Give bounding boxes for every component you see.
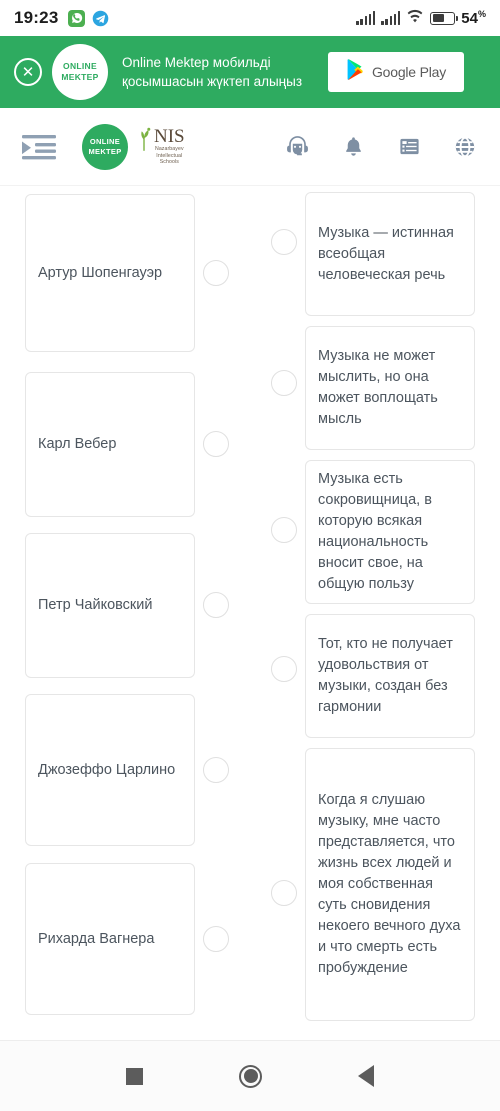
navbar-actions <box>284 134 478 160</box>
promo-logo-line1: ONLINE <box>63 61 97 71</box>
left-connector-dot[interactable] <box>203 592 229 618</box>
left-connector-dot[interactable] <box>203 431 229 457</box>
left-card-text: Петр Чайковский <box>38 597 153 613</box>
right-card[interactable]: Музыка не может мыслить, но она может во… <box>305 326 475 450</box>
right-card[interactable]: Музыка есть сокровищница, в которую всяк… <box>305 460 475 604</box>
google-play-button[interactable]: Google Play <box>328 52 464 92</box>
online-mektep-logo: ONLINE MEKTEP <box>52 44 108 100</box>
nis-title: NIS <box>154 126 185 148</box>
android-navigation-bar <box>0 1040 500 1111</box>
right-connector-dot[interactable] <box>271 229 297 255</box>
right-card-text: Музыка есть сокровищница, в которую всяк… <box>318 471 432 592</box>
nis-sub-line3: Schools <box>159 159 179 166</box>
triangle-back-icon[interactable] <box>358 1065 374 1087</box>
app-navbar: ONLINE MEKTEP NIS Nazarbayev Intellectua… <box>0 108 500 186</box>
battery-percent-value: 54 <box>461 10 478 27</box>
right-card[interactable]: Музыка — истинная всеобщая человеческая … <box>305 192 475 316</box>
nav-logo-line1: ONLINE <box>89 136 121 146</box>
indent-menu-icon[interactable] <box>22 134 56 160</box>
right-connector-dot[interactable] <box>271 517 297 543</box>
battery-percent-symbol: % <box>477 9 486 19</box>
phone-screen: 19:23 54% ✕ ONLINE MEKTEP Online Mektep <box>0 0 500 1111</box>
right-card[interactable]: Когда я слушаю музыку, мне часто предста… <box>305 748 475 1021</box>
left-card[interactable]: Карл Вебер <box>25 372 195 517</box>
google-play-icon <box>346 59 365 85</box>
online-mektep-nav-logo[interactable]: ONLINE MEKTEP <box>82 123 128 170</box>
nis-logo[interactable]: NIS Nazarbayev Intellectual Schools <box>136 127 185 166</box>
nis-sprout-icon <box>136 127 152 156</box>
status-bar-notification-icons <box>68 9 109 27</box>
nav-logo-line2: MEKTEP <box>88 146 122 156</box>
left-card[interactable]: Джозеффо Царлино <box>25 694 195 846</box>
left-card-text: Джозеффо Царлино <box>38 761 176 778</box>
matching-board: Артур Шопенгауэр Карл Вебер Петр Чайковс… <box>0 186 500 1038</box>
battery-icon <box>430 11 459 25</box>
nis-logo-text: NIS Nazarbayev Intellectual Schools <box>154 127 185 166</box>
left-card[interactable]: Петр Чайковский <box>25 533 195 678</box>
right-connector-dot[interactable] <box>271 880 297 906</box>
close-icon[interactable]: ✕ <box>14 58 42 86</box>
right-connector-dot[interactable] <box>271 370 297 396</box>
left-card[interactable]: Артур Шопенгауэр <box>25 194 195 352</box>
support-icon[interactable] <box>284 134 310 160</box>
right-card-text: Когда я слушаю музыку, мне часто предста… <box>318 792 461 976</box>
wifi-icon <box>406 9 424 28</box>
globe-icon[interactable] <box>452 134 478 160</box>
left-connector-dot[interactable] <box>203 926 229 952</box>
status-bar-time: 19:23 <box>14 8 59 27</box>
right-connector-dot[interactable] <box>271 656 297 682</box>
signal-bars-2-icon <box>381 11 401 25</box>
status-bar: 19:23 54% <box>0 0 500 36</box>
whatsapp-icon <box>68 9 86 27</box>
left-connector-dot[interactable] <box>203 757 229 783</box>
left-card-text: Рихарда Вагнера <box>38 930 155 947</box>
battery-percent-label: 54% <box>461 9 486 27</box>
promo-logo-line2: MEKTEP <box>61 72 99 82</box>
promo-banner-text: Online Mektep мобильді қосымшасын жүктеп… <box>122 55 303 89</box>
right-card[interactable]: Тот, кто не получает удовольствия от муз… <box>305 614 475 738</box>
left-card[interactable]: Рихарда Вагнера <box>25 863 195 1015</box>
status-bar-system-icons: 54% <box>356 9 486 28</box>
circle-home-icon[interactable] <box>239 1064 262 1088</box>
right-card-text: Тот, кто не получает удовольствия от муз… <box>318 636 453 715</box>
telegram-icon <box>92 10 109 27</box>
google-play-label: Google Play <box>371 64 447 80</box>
app-promo-banner: ✕ ONLINE MEKTEP Online Mektep мобильді қ… <box>0 36 500 108</box>
right-card-text: Музыка — истинная всеобщая человеческая … <box>318 224 454 283</box>
signal-bars-icon <box>356 11 376 25</box>
list-icon[interactable] <box>396 134 422 160</box>
left-card-text: Карл Вебер <box>38 436 117 452</box>
left-card-text: Артур Шопенгауэр <box>38 264 163 281</box>
right-card-text: Музыка не может мыслить, но она может во… <box>318 348 438 427</box>
left-connector-dot[interactable] <box>203 260 229 286</box>
bell-icon[interactable] <box>340 134 366 160</box>
square-recents-icon[interactable] <box>126 1067 143 1085</box>
brand-logos[interactable]: ONLINE MEKTEP NIS Nazarbayev Intellectua… <box>82 123 185 170</box>
